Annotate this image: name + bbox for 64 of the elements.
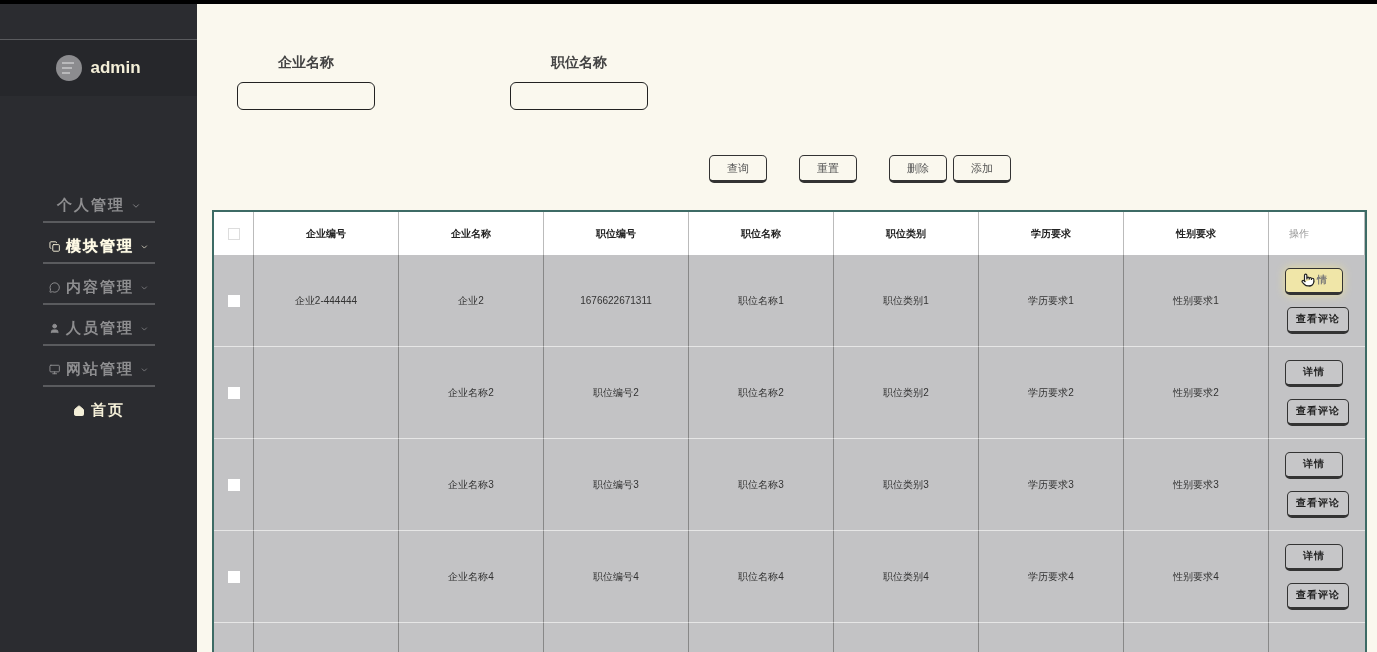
table-cell: 职位编号4 bbox=[544, 531, 689, 623]
column-header: 职位类别 bbox=[834, 212, 979, 255]
table-cell: 职位名称3 bbox=[689, 439, 834, 531]
table-cell: 企业名称3 bbox=[399, 439, 544, 531]
table-cell: 性别要求2 bbox=[1124, 347, 1269, 439]
monitor-icon bbox=[48, 363, 60, 376]
table-cell: 职位类别3 bbox=[834, 439, 979, 531]
avatar-icon bbox=[56, 55, 83, 81]
menu-item[interactable]: 模块管理 bbox=[42, 237, 155, 264]
details-button[interactable]: 情 bbox=[1285, 267, 1343, 295]
checkbox[interactable] bbox=[227, 227, 240, 240]
table-cell: 职位类别2 bbox=[834, 347, 979, 439]
table-cell: 学历要求1 bbox=[979, 255, 1124, 347]
field-label: 企业名称 bbox=[278, 54, 334, 72]
details-button[interactable]: 详情 bbox=[1285, 451, 1343, 479]
comments-button[interactable]: 查看评论 bbox=[1287, 398, 1349, 426]
table-cell: 职位类别1 bbox=[834, 255, 979, 347]
input-field[interactable] bbox=[237, 82, 375, 110]
details-button[interactable]: 详情 bbox=[1285, 359, 1343, 387]
menu-item[interactable]: 个人管理 bbox=[42, 196, 155, 223]
field-label: 职位名称 bbox=[551, 54, 607, 72]
comments-button[interactable]: 查看评论 bbox=[1287, 490, 1349, 518]
column-header: 职位名称 bbox=[689, 212, 834, 255]
table-cell: 学历要求3 bbox=[979, 439, 1124, 531]
table-cell: 职位编号2 bbox=[544, 347, 689, 439]
table-cell: 职位名称4 bbox=[689, 531, 834, 623]
comments-button[interactable]: 查看评论 bbox=[1287, 582, 1349, 610]
column-header: 职位编号 bbox=[544, 212, 689, 255]
menu-item[interactable]: 内容管理 bbox=[42, 278, 155, 305]
input-field[interactable] bbox=[510, 82, 648, 110]
menu-item[interactable]: 人员管理 bbox=[42, 319, 155, 346]
table-cell: 学历要求4 bbox=[979, 531, 1124, 623]
user-name: admin bbox=[90, 58, 141, 78]
person-icon bbox=[48, 322, 60, 335]
copy-icon bbox=[48, 240, 60, 253]
action-button[interactable]: 重置 bbox=[798, 155, 857, 183]
table-cell: 性别要求3 bbox=[1124, 439, 1269, 531]
table-cell: 企业2-444444 bbox=[254, 255, 399, 347]
action-button[interactable]: 查询 bbox=[708, 155, 767, 183]
action-button[interactable]: 删除 bbox=[888, 155, 947, 183]
table-cell: 企业名称4 bbox=[399, 531, 544, 623]
table-cell: 企业名称2 bbox=[399, 347, 544, 439]
hand-cursor-icon bbox=[1300, 273, 1315, 287]
table-cell: 职位编号3 bbox=[544, 439, 689, 531]
comments-button[interactable]: 查看评论 bbox=[1287, 306, 1349, 334]
menu-item[interactable]: 网站管理 bbox=[42, 360, 155, 387]
details-button[interactable]: 详情 bbox=[1285, 543, 1343, 571]
table-cell: 性别要求1 bbox=[1124, 255, 1269, 347]
table-cell: 企业2 bbox=[399, 255, 544, 347]
column-header: 企业编号 bbox=[254, 212, 399, 255]
table-cell: 职位名称2 bbox=[689, 347, 834, 439]
column-header: 性别要求 bbox=[1124, 212, 1269, 255]
column-header: 企业名称 bbox=[399, 212, 544, 255]
column-header: 学历要求 bbox=[979, 212, 1124, 255]
table-cell: 职位类别4 bbox=[834, 531, 979, 623]
chat-icon bbox=[48, 281, 60, 294]
table-cell: 职位名称1 bbox=[689, 255, 834, 347]
table-cell: 学历要求2 bbox=[979, 347, 1124, 439]
action-button[interactable]: 添加 bbox=[952, 155, 1011, 183]
column-header: 操作 bbox=[1269, 212, 1365, 255]
menu-item[interactable]: 首页 bbox=[42, 401, 155, 426]
table-cell: 1676622671311 bbox=[544, 255, 689, 347]
table-cell: 性别要求4 bbox=[1124, 531, 1269, 623]
home-icon bbox=[72, 404, 85, 417]
